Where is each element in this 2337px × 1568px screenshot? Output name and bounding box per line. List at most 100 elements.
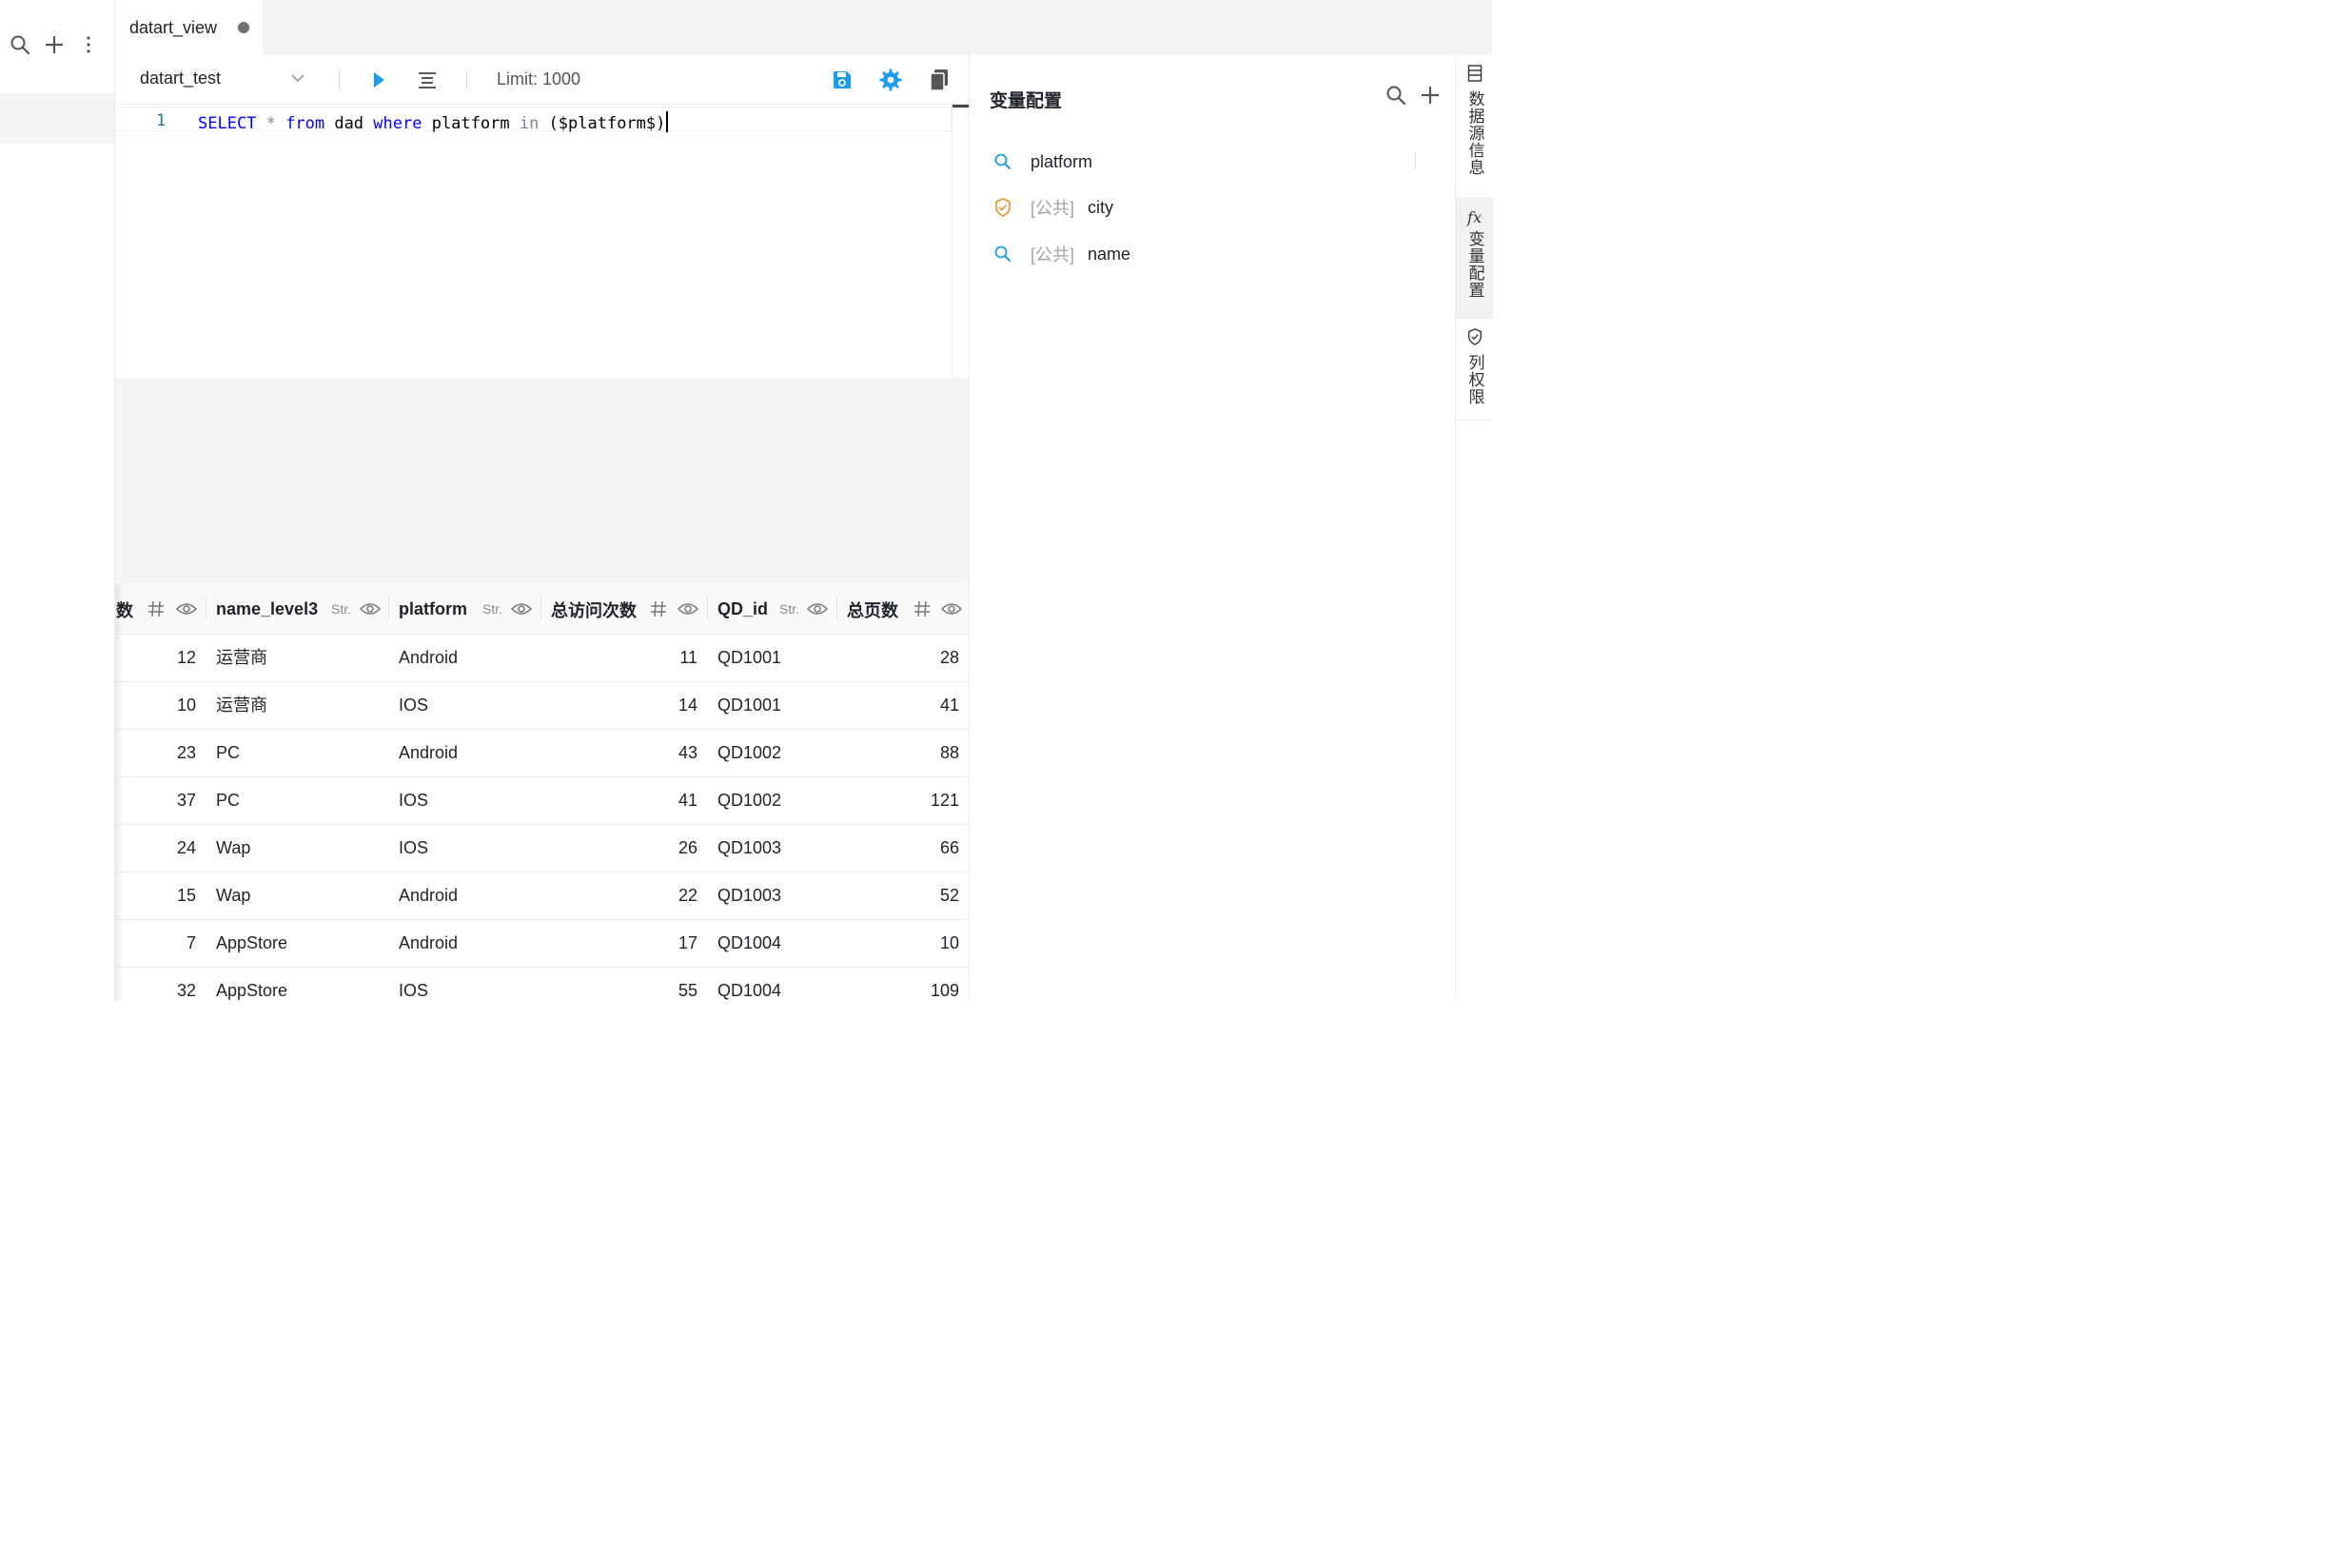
chevron-down-icon[interactable] xyxy=(290,70,305,90)
column-divider[interactable] xyxy=(707,598,708,621)
number-type-icon[interactable] xyxy=(913,600,931,622)
eye-icon[interactable] xyxy=(359,600,382,622)
save-icon[interactable] xyxy=(830,68,854,92)
string-type-label[interactable]: Str. xyxy=(779,601,799,617)
eye-icon[interactable] xyxy=(677,600,699,622)
string-type-label[interactable]: Str. xyxy=(331,601,351,617)
table-cell: QD1003 xyxy=(717,886,782,905)
table-cell: Android xyxy=(399,743,459,762)
column-header[interactable]: QD_id Str. xyxy=(717,584,829,635)
scroll-marker xyxy=(952,105,970,108)
table-cell: QD1002 xyxy=(717,791,782,810)
table-cell: 运营商 xyxy=(216,648,267,667)
source-select[interactable]: datart_test xyxy=(140,69,221,88)
tab-variable-config[interactable]: fx 变量配置 xyxy=(1456,197,1493,319)
sidebar-toolbar xyxy=(10,34,99,55)
table-cell: AppStore xyxy=(216,981,288,1000)
column-header[interactable]: platform Str. xyxy=(399,584,533,635)
column-divider[interactable] xyxy=(540,598,541,621)
column-label: platform xyxy=(399,599,467,618)
sql-operator: * xyxy=(256,114,286,133)
panel-title: 变量配置 xyxy=(990,91,1063,111)
variable-item-platform[interactable]: platform xyxy=(970,143,1456,181)
eye-icon[interactable] xyxy=(510,600,533,622)
table-cell: PC xyxy=(216,743,241,762)
number-type-icon[interactable] xyxy=(650,600,667,622)
tab-datasource-info[interactable]: 数据源信息 xyxy=(1456,65,1493,196)
table-cell: 14 xyxy=(678,696,697,715)
table-cell: 28 xyxy=(939,648,959,667)
text-cursor xyxy=(666,111,669,132)
tab-column-permission[interactable]: 列权限 xyxy=(1456,328,1493,420)
code-line-1[interactable]: 1 SELECT * from dad where platform in ($… xyxy=(115,107,952,133)
table-cell: QD1001 xyxy=(717,696,782,715)
copy-icon[interactable] xyxy=(927,68,952,92)
column-header[interactable]: 总页数 xyxy=(847,584,963,635)
table-cell: 运营商 xyxy=(216,696,267,715)
table-row[interactable]: 32 AppStore IOS 55 QD1004 109 xyxy=(116,968,969,1001)
settings-icon[interactable] xyxy=(878,68,903,92)
run-icon[interactable] xyxy=(366,68,391,92)
eye-icon[interactable] xyxy=(940,600,963,622)
search-icon[interactable] xyxy=(1385,85,1406,110)
table-cell: 32 xyxy=(176,981,196,1000)
plus-icon[interactable] xyxy=(44,34,65,55)
left-sidebar xyxy=(0,0,115,1001)
column-divider[interactable] xyxy=(388,598,389,621)
table-cell: PC xyxy=(216,791,241,810)
table-row[interactable]: 10 运营商 IOS 14 QD1001 41 xyxy=(116,682,969,730)
limit-select[interactable]: Limit: 1000 xyxy=(497,69,580,89)
search-icon[interactable] xyxy=(10,34,30,55)
table-cell: 55 xyxy=(678,981,697,1000)
toolbar-divider xyxy=(339,71,340,88)
eye-icon[interactable] xyxy=(175,600,198,622)
tab-datart-view[interactable]: datart_view xyxy=(115,0,263,55)
variable-item-name[interactable]: [公共] name xyxy=(970,235,1456,273)
table-cell: 10 xyxy=(939,933,959,952)
table-cell: 88 xyxy=(939,743,959,762)
variables-panel: 变量配置 platform [公共] city [公共] name xyxy=(969,55,1455,1001)
editor-scrollbar[interactable] xyxy=(952,105,970,378)
string-type-label[interactable]: Str. xyxy=(482,601,502,617)
sql-editor[interactable]: 1 SELECT * from dad where platform in ($… xyxy=(115,105,970,378)
table-cell: Android xyxy=(399,933,459,952)
table-cell: IOS xyxy=(399,981,429,1000)
search-icon xyxy=(993,245,1012,264)
table-cell: 15 xyxy=(176,886,196,905)
table-row[interactable]: 7 AppStore Android 17 QD1004 10 xyxy=(116,920,969,968)
table-row[interactable]: 15 Wap Android 22 QD1003 52 xyxy=(116,872,969,920)
editor-results-splitter[interactable] xyxy=(115,378,969,584)
sql-code[interactable]: SELECT * from dad where platform in ($pl… xyxy=(198,111,669,133)
tab-divider xyxy=(1456,420,1493,421)
table-cell: Android xyxy=(399,886,459,905)
number-type-icon[interactable] xyxy=(147,600,165,622)
column-header[interactable]: name_level3 Str. xyxy=(216,584,382,635)
variable-item-city[interactable]: [公共] city xyxy=(970,188,1456,226)
variable-name: name xyxy=(1088,244,1131,264)
sql-keyword: SELECT xyxy=(198,114,257,133)
table-row[interactable]: 12 运营商 Android 11 QD1001 28 xyxy=(116,635,969,682)
table-cell: 10 xyxy=(176,696,196,715)
format-icon[interactable] xyxy=(415,68,440,92)
more-vertical-icon[interactable] xyxy=(78,34,99,55)
table-cell: 41 xyxy=(939,696,959,715)
variable-name: platform xyxy=(1031,151,1093,171)
sidebar-selected-item[interactable] xyxy=(0,92,114,144)
table-row[interactable]: 24 Wap IOS 26 QD1003 66 xyxy=(116,825,969,872)
sql-identifier: dad xyxy=(324,114,374,133)
column-header[interactable]: 总访问次数 xyxy=(551,584,699,635)
sql-identifier: platform xyxy=(422,114,520,133)
table-cell: 121 xyxy=(930,791,959,810)
table-cell: 41 xyxy=(678,791,697,810)
plus-icon[interactable] xyxy=(1420,85,1441,110)
table-cell: 12 xyxy=(176,648,196,667)
variable-scope: [公共] xyxy=(1031,245,1075,265)
eye-icon[interactable] xyxy=(806,600,829,622)
unsaved-dot-icon[interactable] xyxy=(238,22,249,33)
table-cell: 22 xyxy=(678,886,697,905)
table-cell: QD1001 xyxy=(717,648,782,667)
table-row[interactable]: 37 PC IOS 41 QD1002 121 xyxy=(116,777,969,825)
table-row[interactable]: 23 PC Android 43 QD1002 88 xyxy=(116,730,969,777)
shield-check-icon xyxy=(993,198,1012,217)
column-divider[interactable] xyxy=(836,598,837,621)
